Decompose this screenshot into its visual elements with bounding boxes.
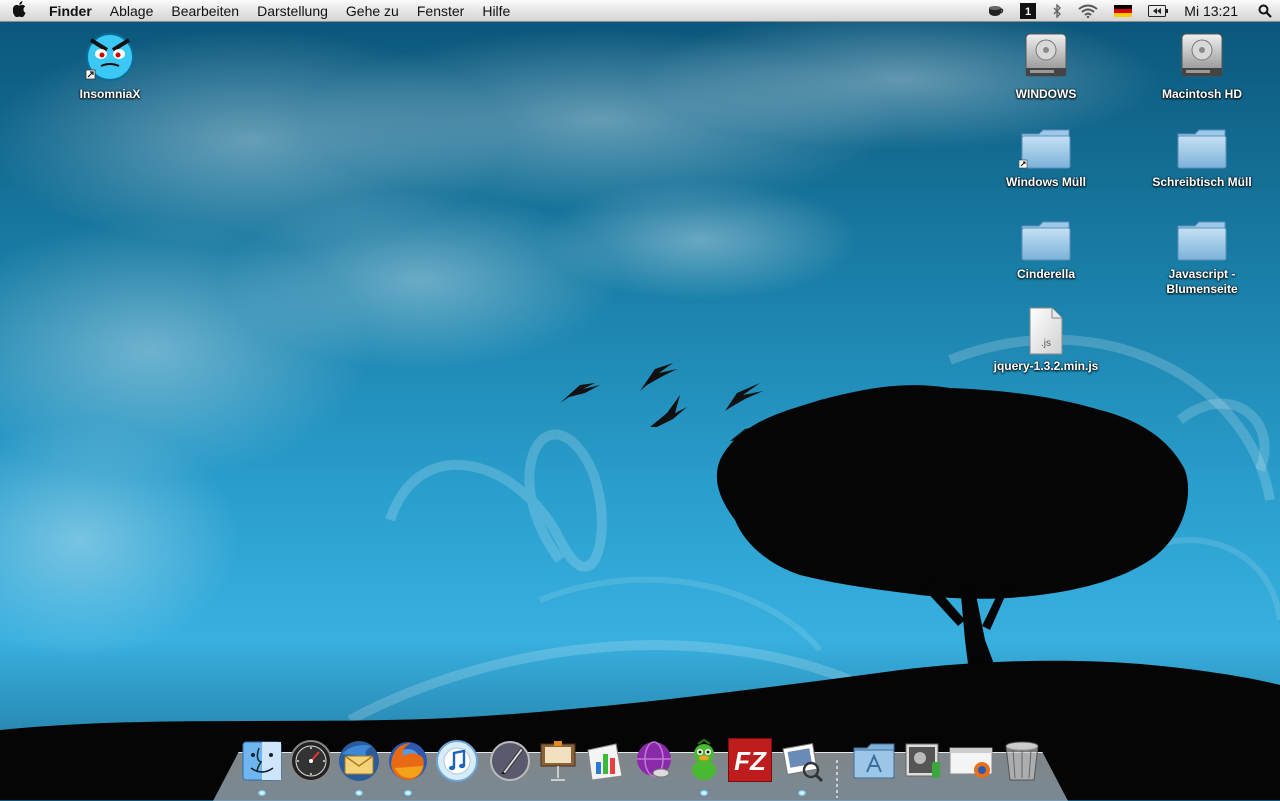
menu-app-name[interactable]: Finder: [40, 0, 101, 22]
desktop-icon-windows-muell[interactable]: Windows Müll: [976, 126, 1116, 190]
desktop-icon-javascript-blumenseite[interactable]: Javascript - Blumenseite: [1132, 218, 1272, 297]
filezilla-label: FZ: [734, 746, 766, 776]
running-indicator: [258, 790, 266, 796]
firefox-icon[interactable]: [385, 738, 431, 784]
running-indicator: [404, 790, 412, 796]
clock[interactable]: Mi 13:21: [1176, 0, 1250, 22]
folder-alias-icon: [1019, 129, 1071, 169]
running-indicator: [700, 790, 708, 796]
desktop-icon-label: WINDOWS: [1015, 87, 1077, 101]
menu-darstellung[interactable]: Darstellung: [248, 0, 337, 22]
folder-icon: [1177, 129, 1227, 169]
menu-bearbeiten[interactable]: Bearbeiten: [162, 0, 248, 22]
messenger-globe-icon[interactable]: [631, 738, 677, 784]
keynote-icon[interactable]: [535, 738, 581, 784]
hard-drive-icon: [1181, 33, 1223, 77]
desktop-icon-cinderella[interactable]: Cinderella: [976, 218, 1116, 282]
downloads-stack-icon[interactable]: [948, 738, 994, 784]
desktop-icon-macintosh-hd[interactable]: Macintosh HD: [1132, 30, 1272, 102]
desktop-icon-label: Cinderella: [1016, 267, 1076, 281]
battery-icon[interactable]: [1140, 5, 1176, 17]
running-indicator: [355, 790, 363, 796]
running-indicator: [798, 790, 806, 796]
spotlight-search-icon[interactable]: [1250, 4, 1280, 18]
desktop-icon-label: Macintosh HD: [1161, 87, 1242, 101]
desktop-icon-label: InsomniaX: [79, 87, 141, 101]
insomniax-icon: [85, 33, 134, 81]
menu-extras: 1 Mi 13:21: [980, 0, 1280, 22]
bluetooth-icon[interactable]: [1044, 4, 1070, 18]
desktop-icon-label: jquery-1.3.2.min.js: [993, 359, 1099, 373]
spaces-icon[interactable]: 1: [1012, 3, 1044, 19]
dock-separator: [836, 760, 838, 798]
desktop-icon-insomniax[interactable]: InsomniaX: [40, 30, 180, 102]
applications-folder-icon[interactable]: [851, 738, 897, 784]
german-flag-icon[interactable]: [1106, 5, 1140, 17]
caffeine-icon[interactable]: [980, 5, 1012, 17]
desktop-icon-jquery-file[interactable]: .js jquery-1.3.2.min.js: [976, 306, 1116, 374]
desktop-icon-schreibtisch-muell[interactable]: Schreibtisch Müll: [1132, 126, 1272, 190]
hard-drive-icon: [1025, 33, 1067, 77]
thunderbird-icon[interactable]: [336, 738, 382, 784]
folder-icon: [1177, 221, 1227, 261]
trash-icon[interactable]: [999, 738, 1045, 784]
itunes-icon[interactable]: [434, 738, 480, 784]
svg-text:1: 1: [1025, 6, 1031, 18]
tree-silhouette: [0, 385, 1280, 800]
menu-fenster[interactable]: Fenster: [408, 0, 473, 22]
desktop-icon-label: Schreibtisch Müll: [1152, 175, 1252, 189]
inkwell-icon[interactable]: [487, 738, 533, 784]
menu-ablage[interactable]: Ablage: [101, 0, 163, 22]
filezilla-icon[interactable]: FZ: [728, 738, 772, 782]
desktop-icon-windows-drive[interactable]: WINDOWS: [976, 30, 1116, 102]
js-file-icon: .js: [1029, 307, 1063, 355]
desktop-icon-label: Javascript - Blumenseite: [1166, 267, 1238, 296]
finder-icon[interactable]: [239, 738, 285, 784]
wifi-icon[interactable]: [1070, 4, 1106, 18]
folder-icon: [1021, 221, 1071, 261]
numbers-icon[interactable]: [582, 738, 628, 784]
menu-gehe-zu[interactable]: Gehe zu: [337, 0, 408, 22]
adium-icon[interactable]: [681, 738, 727, 784]
menu-hilfe[interactable]: Hilfe: [473, 0, 519, 22]
preview-icon[interactable]: [779, 738, 825, 784]
js-file-badge: .js: [1041, 338, 1051, 349]
stack-icon[interactable]: [900, 738, 946, 784]
menu-bar: Finder Ablage Bearbeiten Darstellung Geh…: [0, 0, 1280, 22]
dashboard-icon[interactable]: [288, 738, 334, 784]
desktop-icon-label: Windows Müll: [1006, 175, 1086, 189]
apple-menu-icon[interactable]: [0, 0, 40, 21]
